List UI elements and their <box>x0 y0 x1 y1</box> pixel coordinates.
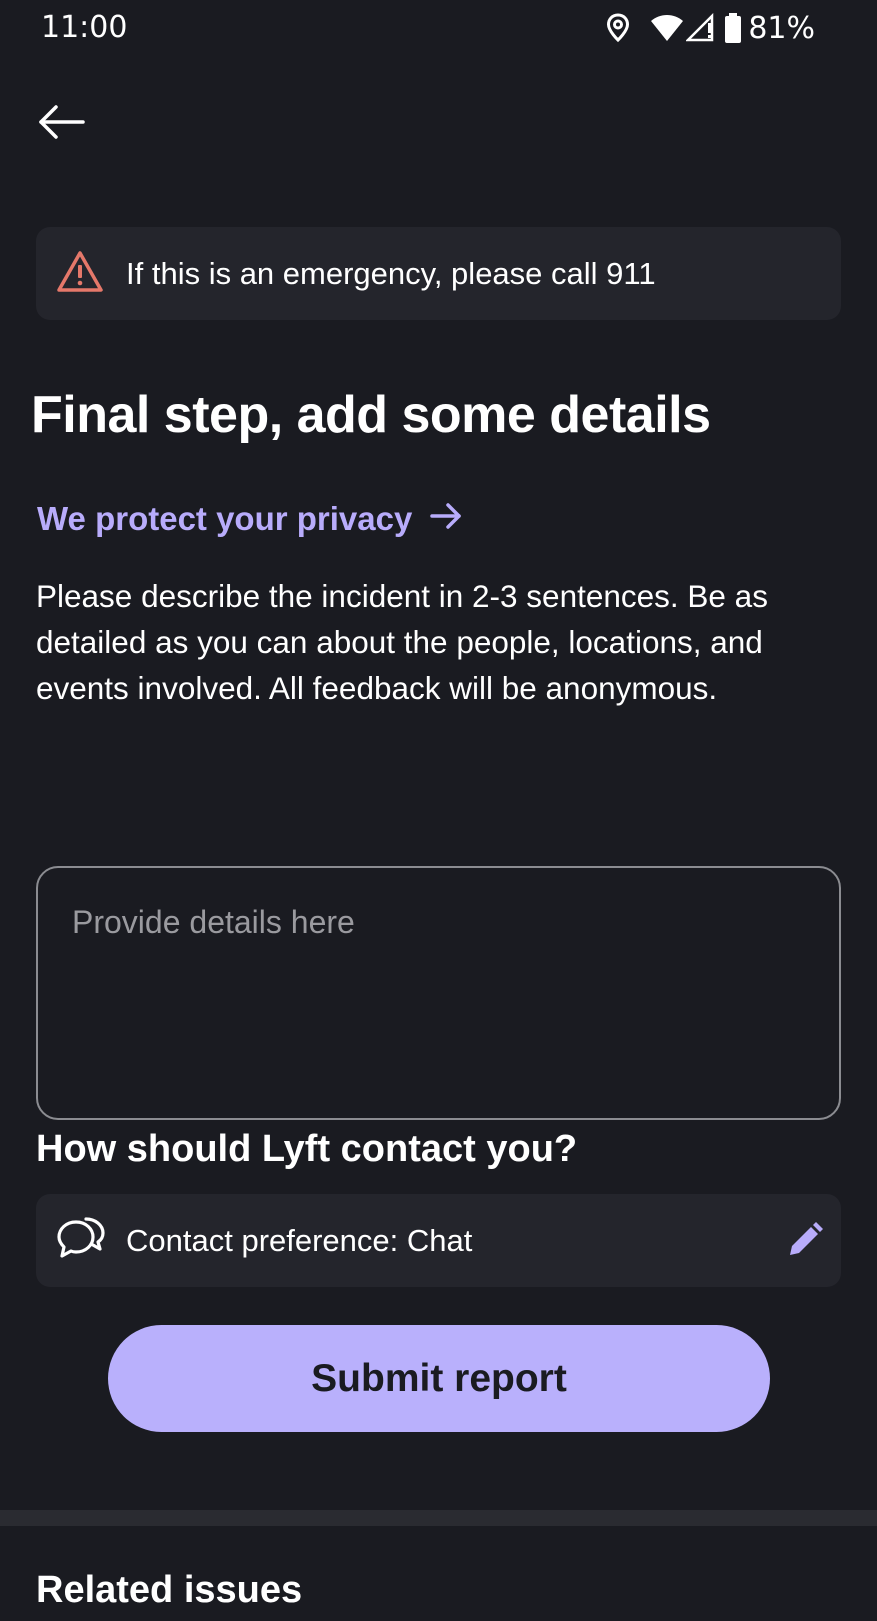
contact-preference-text: Contact preference: Chat <box>126 1223 473 1258</box>
description-text: Please describe the incident in 2-3 sent… <box>36 578 768 706</box>
related-issues-heading: Related issues <box>36 1569 303 1611</box>
battery-percent: 81% <box>748 10 815 46</box>
details-input[interactable] <box>36 866 841 1120</box>
warning-triangle-icon <box>56 250 104 294</box>
status-icons: 81% <box>606 8 815 48</box>
contact-heading: How should Lyft contact you? <box>36 1128 578 1170</box>
chat-bubbles-icon <box>56 1216 106 1264</box>
privacy-link-label: We protect your privacy <box>37 500 413 537</box>
battery-icon <box>724 12 742 44</box>
wifi-icon <box>650 14 684 42</box>
location-icon <box>606 13 630 43</box>
pencil-icon[interactable] <box>787 1222 823 1258</box>
emergency-banner: If this is an emergency, please call 911 <box>36 227 841 320</box>
contact-preference-row[interactable]: Contact preference: Chat <box>36 1194 841 1287</box>
section-divider <box>0 1510 877 1526</box>
back-button[interactable] <box>36 100 88 144</box>
emergency-text: If this is an emergency, please call 911 <box>126 256 656 291</box>
privacy-link[interactable]: We protect your privacy <box>37 497 462 541</box>
status-time: 11:00 <box>41 10 128 45</box>
page-title: Final step, add some details <box>31 386 711 444</box>
signal-icon <box>686 13 716 43</box>
arrow-right-icon <box>412 497 462 541</box>
status-bar: 11:00 81% <box>0 0 877 56</box>
back-arrow-icon <box>36 105 88 148</box>
submit-report-button[interactable]: Submit report <box>108 1325 770 1432</box>
